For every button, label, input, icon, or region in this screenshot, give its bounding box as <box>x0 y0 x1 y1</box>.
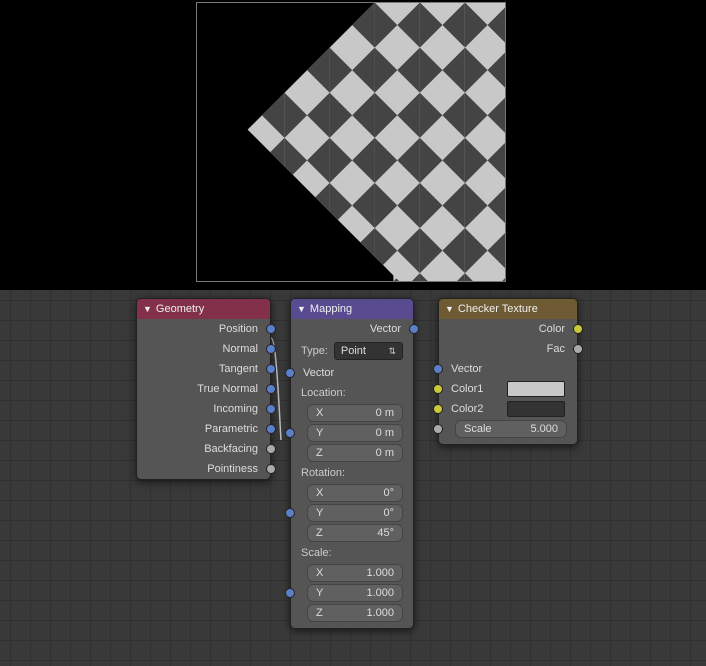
socket-checker-fac-out[interactable]: Fac <box>439 339 577 359</box>
socket-checker-color-out[interactable]: Color <box>439 319 577 339</box>
location-x[interactable]: X0 m <box>307 404 403 422</box>
location-z[interactable]: Z0 m <box>307 444 403 462</box>
socket-incoming[interactable]: Incoming <box>137 399 270 419</box>
collapse-icon[interactable]: ▼ <box>297 299 306 319</box>
socket-tangent[interactable]: Tangent <box>137 359 270 379</box>
mapping-type-row: Type: Point ⇅ <box>291 339 413 363</box>
mapping-type-dropdown[interactable]: Point ⇅ <box>334 342 403 360</box>
dropdown-value: Point <box>341 345 366 357</box>
scale-z[interactable]: Z1.000 <box>307 604 403 622</box>
collapse-icon[interactable]: ▼ <box>445 299 454 319</box>
location-label: Location: <box>291 383 413 403</box>
collapse-icon[interactable]: ▼ <box>143 299 152 319</box>
node-checker-texture[interactable]: ▼ Checker Texture Color Fac Vector Color… <box>438 298 578 445</box>
node-header-mapping[interactable]: ▼ Mapping <box>291 299 413 319</box>
socket-checker-color1[interactable]: Color1 <box>439 379 577 399</box>
rotation-label: Rotation: <box>291 463 413 483</box>
socket-checker-color2[interactable]: Color2 <box>439 399 577 419</box>
material-preview <box>196 2 506 282</box>
node-title: Checker Texture <box>458 299 538 319</box>
socket-position[interactable]: Position <box>137 319 270 339</box>
scale-y[interactable]: Y1.000 <box>307 584 403 602</box>
location-y[interactable]: Y0 m <box>307 424 403 442</box>
socket-backfacing[interactable]: Backfacing <box>137 439 270 459</box>
node-title: Geometry <box>156 299 204 319</box>
chevron-updown-icon: ⇅ <box>388 346 396 357</box>
rotation-y[interactable]: Y0° <box>307 504 403 522</box>
socket-normal[interactable]: Normal <box>137 339 270 359</box>
socket-mapping-vector-in[interactable]: Vector <box>291 363 413 383</box>
node-editor[interactable]: ▼ Geometry Position Normal Tangent True … <box>0 290 706 666</box>
node-mapping[interactable]: ▼ Mapping Vector Type: Point ⇅ Vector Lo… <box>290 298 414 629</box>
color1-swatch[interactable] <box>507 381 565 397</box>
socket-pointiness[interactable]: Pointiness <box>137 459 270 479</box>
socket-true-normal[interactable]: True Normal <box>137 379 270 399</box>
socket-parametric[interactable]: Parametric <box>137 419 270 439</box>
checker-rot45-preview <box>393 5 506 282</box>
node-geometry[interactable]: ▼ Geometry Position Normal Tangent True … <box>136 298 271 480</box>
rotation-x[interactable]: X0° <box>307 484 403 502</box>
checker-scale-field[interactable]: Scale 5.000 <box>455 420 567 438</box>
scale-label: Scale: <box>291 543 413 563</box>
node-header-geometry[interactable]: ▼ Geometry <box>137 299 270 319</box>
color2-swatch[interactable] <box>507 401 565 417</box>
node-title: Mapping <box>310 299 352 319</box>
socket-checker-vector-in[interactable]: Vector <box>439 359 577 379</box>
type-label: Type: <box>301 345 328 357</box>
viewport-3d[interactable] <box>0 0 706 290</box>
scale-x[interactable]: X1.000 <box>307 564 403 582</box>
rotation-z[interactable]: Z45° <box>307 524 403 542</box>
node-header-checker[interactable]: ▼ Checker Texture <box>439 299 577 319</box>
socket-mapping-vector-out[interactable]: Vector <box>291 319 413 339</box>
